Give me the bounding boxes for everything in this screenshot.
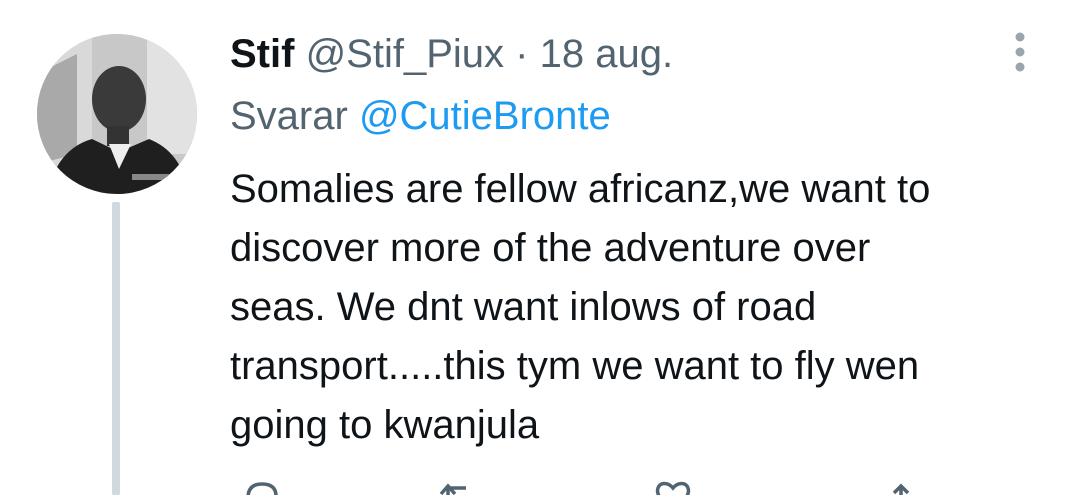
action-bar — [230, 478, 950, 495]
display-name[interactable]: Stif — [230, 32, 294, 76]
more-vertical-icon[interactable] — [1005, 30, 1035, 74]
avatar[interactable] — [37, 34, 197, 194]
user-handle[interactable]: @Stif_Piux — [306, 32, 504, 76]
tweet-text-line: discover more of the adventure over — [230, 226, 871, 270]
tweet-text-line: going to kwanjula — [230, 403, 540, 447]
tweet[interactable]: Stif @Stif_Piux · 18 aug. Svarar @CutieB… — [0, 0, 1080, 495]
avatar-photo — [37, 34, 197, 194]
tweet-text-line: seas. We dnt want inlows of road — [230, 285, 817, 329]
reply-to-mention[interactable]: @CutieBronte — [359, 94, 611, 138]
tweet-header: Stif @Stif_Piux · 18 aug. — [230, 30, 673, 78]
separator-dot: · — [515, 32, 529, 76]
thread-line — [112, 202, 120, 495]
reply-prefix: Svarar — [230, 94, 348, 138]
retweet-icon[interactable] — [436, 478, 482, 495]
tweet-text: Somalies are fellow africanz,we want to … — [230, 160, 1050, 455]
like-icon[interactable] — [650, 478, 696, 495]
share-icon[interactable] — [878, 478, 924, 495]
reply-context: Svarar @CutieBronte — [230, 92, 611, 140]
reply-icon[interactable] — [238, 478, 284, 495]
tweet-date[interactable]: 18 aug. — [540, 32, 673, 76]
tweet-text-line: Somalies are fellow africanz,we want to — [230, 167, 931, 211]
tweet-text-line: transport.....this tym we want to fly we… — [230, 344, 920, 388]
